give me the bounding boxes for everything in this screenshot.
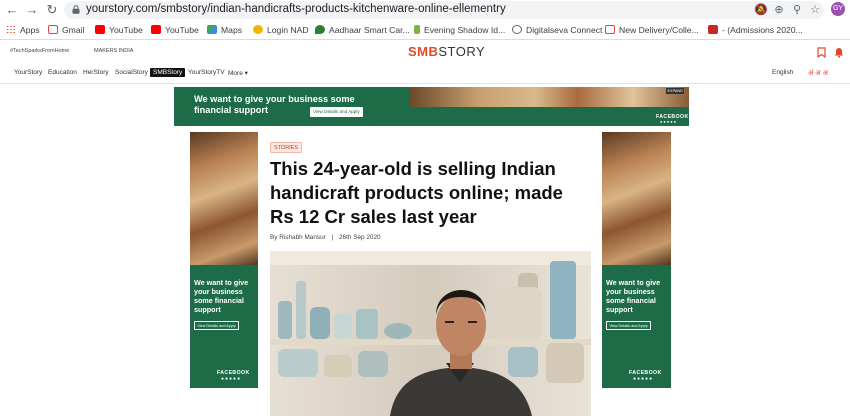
back-arrow-icon[interactable]: ←	[4, 2, 20, 18]
bookmarks-bar: Apps Gmail YouTube YouTube Maps Login NA…	[0, 20, 850, 40]
maps-icon	[207, 25, 217, 34]
right-ad-button[interactable]: View Details and Apply	[606, 321, 651, 330]
shadow-icon	[414, 25, 420, 34]
left-side-ad[interactable]: We want to give your business some finan…	[190, 132, 259, 388]
zoom-icon[interactable]: ⚲	[790, 3, 804, 17]
reload-icon[interactable]: ↻	[44, 2, 60, 18]
banner-social-icons: ●●●●●	[660, 119, 678, 124]
youtube-icon	[95, 25, 105, 34]
apps-grid-icon	[6, 25, 16, 34]
url-text: yourstory.com/smbstory/indian-handicraft…	[86, 3, 506, 15]
right-ad-social-icons: ●●●●●	[633, 376, 654, 382]
forward-arrow-icon[interactable]: →	[24, 2, 40, 18]
article-headline: This 24-year-old is selling Indian handi…	[270, 158, 563, 227]
bookmark-icon[interactable]	[817, 47, 826, 58]
hero-image	[270, 251, 591, 416]
left-ad-photo	[190, 132, 259, 265]
bookmark-maps[interactable]: Maps	[207, 23, 242, 37]
bookmark-new-delivery[interactable]: New Delivery/Colle...	[605, 23, 699, 37]
left-ad-text: We want to give your business some finan…	[194, 278, 249, 314]
category-badge[interactable]: STORIES	[270, 142, 303, 153]
bookmark-gmail[interactable]: Gmail	[48, 23, 84, 37]
lock-icon	[72, 5, 80, 14]
banner-ad-footer	[410, 107, 689, 126]
notifications-blocked-icon[interactable]: 🔕	[754, 3, 768, 17]
techsparks-link[interactable]: #TechSparksFromHome	[10, 48, 69, 54]
nav-smbstory[interactable]: SMBStory	[150, 68, 186, 77]
left-ad-button[interactable]: View Details and Apply	[194, 321, 239, 330]
language-options[interactable]: अं अ अ	[808, 69, 828, 78]
bookmark-star-icon[interactable]: ☆	[808, 3, 822, 17]
notification-bell-icon[interactable]	[834, 47, 844, 58]
nav-yourstorytv[interactable]: YourStoryTV	[188, 69, 225, 76]
banner-ad-button[interactable]: View Details and Apply	[310, 107, 363, 117]
site-nav: YourStory Education HerStory SocialStory…	[0, 63, 850, 84]
bookmark-admissions[interactable]: - (Admissions 2020...	[708, 23, 803, 37]
smbstory-logo[interactable]: SMBSTORY	[408, 44, 485, 59]
address-bar[interactable]: yourstory.com/smbstory/indian-handicraft…	[64, 1, 824, 19]
install-app-icon[interactable]: ⊕	[772, 3, 786, 17]
publish-date: 26th Sep 2020	[339, 234, 381, 241]
bookmark-evening-shadow[interactable]: Evening Shadow Id...	[414, 23, 505, 37]
author-name[interactable]: By Rishabh Mansur	[270, 234, 326, 241]
aadhaar-icon	[315, 25, 325, 34]
right-ad-text: We want to give your business some finan…	[606, 278, 661, 314]
bookmark-aadhaar[interactable]: Aadhaar Smart Car...	[315, 23, 410, 37]
right-side-ad[interactable]: We want to give your business some finan…	[602, 132, 671, 388]
article-byline: By Rishabh Mansur | 26th Sep 2020	[270, 234, 381, 241]
hero-photo-illustration	[270, 251, 591, 416]
banner-ad[interactable]: We want to give your business some finan…	[174, 87, 689, 126]
byline-separator: |	[331, 234, 334, 241]
bookmark-youtube-2[interactable]: YouTube	[151, 23, 199, 37]
youtube-icon	[151, 25, 161, 34]
makers-india-link[interactable]: MAKERS INDIA	[94, 48, 133, 54]
nav-more[interactable]: More ▾	[228, 69, 248, 77]
profile-avatar[interactable]: GY	[831, 2, 845, 16]
bookmark-youtube[interactable]: YouTube	[95, 23, 143, 37]
nav-education[interactable]: Education	[48, 69, 77, 76]
nav-socialstory[interactable]: SocialStory	[115, 69, 148, 76]
gmail-icon	[48, 25, 58, 34]
banner-expand-button[interactable]: EXPAND	[666, 88, 685, 94]
bookmark-login-nad[interactable]: Login NAD	[253, 23, 309, 37]
nav-yourstory[interactable]: YourStory	[14, 69, 42, 76]
language-selector[interactable]: English	[772, 69, 793, 76]
nad-icon	[253, 25, 263, 34]
nav-herstory[interactable]: HerStory	[83, 69, 109, 76]
admissions-icon	[708, 25, 718, 34]
globe-icon	[512, 25, 522, 34]
bookmark-digitalseva[interactable]: Digitalseva Connect	[512, 23, 602, 37]
browser-toolbar: ← → ↻ yourstory.com/smbstory/indian-hand…	[0, 0, 850, 20]
bookmark-apps[interactable]: Apps	[6, 23, 40, 37]
left-ad-social-icons: ●●●●●	[221, 376, 242, 382]
gmail-icon	[605, 25, 615, 34]
right-ad-photo	[602, 132, 671, 265]
